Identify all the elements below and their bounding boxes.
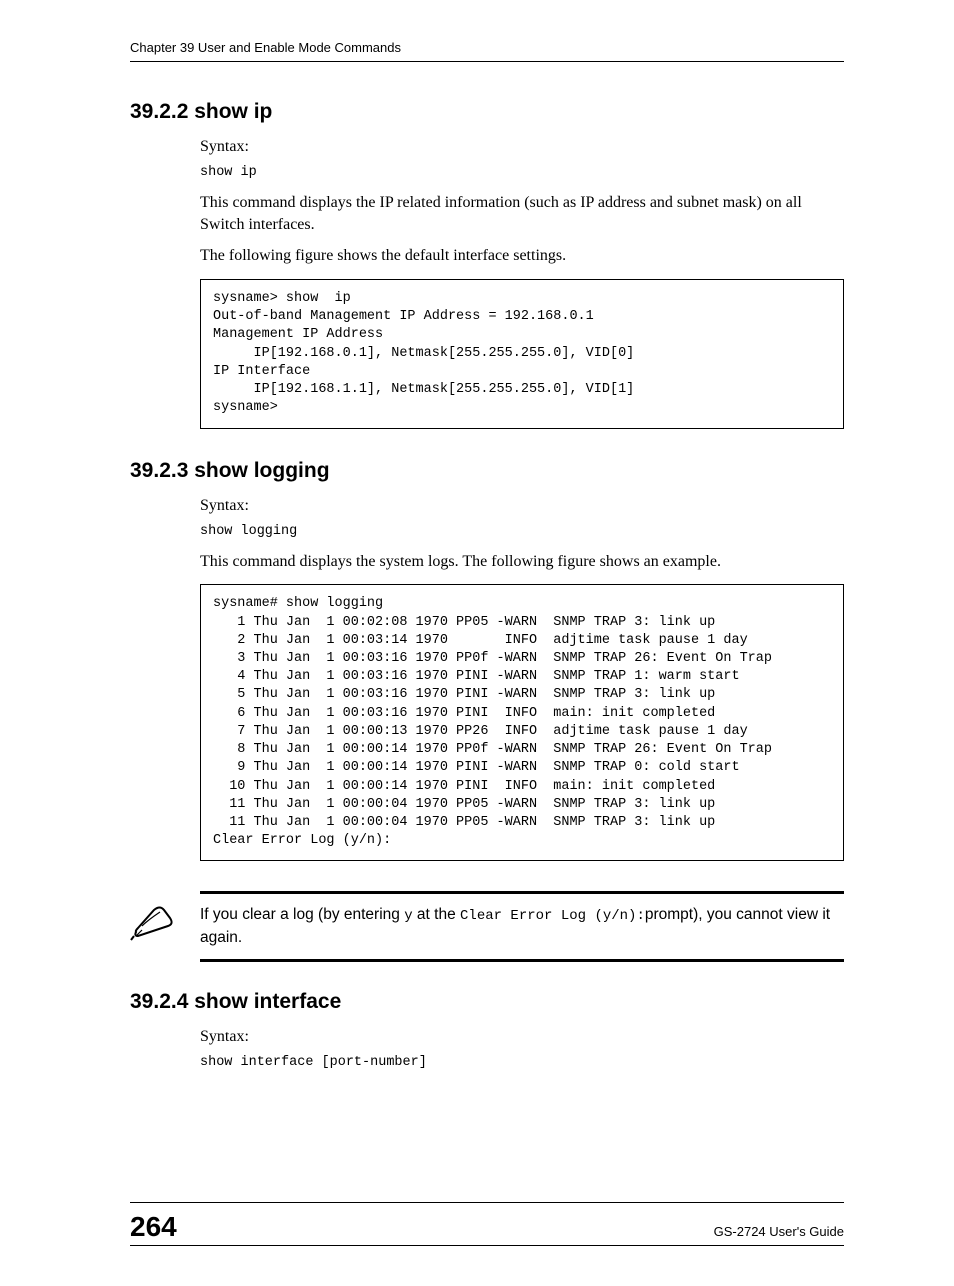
footer: 264 GS-2724 User's Guide (130, 1202, 844, 1243)
guide-name: GS-2724 User's Guide (714, 1224, 844, 1239)
code-block-show-ip: sysname> show ip Out-of-band Management … (200, 279, 844, 429)
section-title-show-logging: 39.2.3 show logging (130, 459, 844, 483)
syntax-label: Syntax: (200, 497, 844, 515)
syntax-command: show ip (200, 164, 844, 182)
syntax-label: Syntax: (200, 138, 844, 156)
note-block: If you clear a log (by entering y at the… (130, 891, 844, 961)
page-number: 264 (130, 1211, 177, 1243)
chapter-header: Chapter 39 User and Enable Mode Commands (130, 40, 844, 62)
syntax-command: show interface [port-number] (200, 1054, 844, 1072)
paragraph: The following figure shows the default i… (200, 245, 844, 267)
section-title-show-ip: 39.2.2 show ip (130, 100, 844, 124)
code-block-show-logging: sysname# show logging 1 Thu Jan 1 00:02:… (200, 584, 844, 861)
note-text: If you clear a log (by entering y at the… (200, 904, 844, 948)
code-content: sysname> show ip Out-of-band Management … (213, 290, 831, 418)
syntax-label: Syntax: (200, 1028, 844, 1046)
syntax-command: show logging (200, 523, 844, 541)
paragraph: This command displays the IP related inf… (200, 192, 844, 235)
paragraph: This command displays the system logs. T… (200, 551, 844, 573)
note-code: Clear Error Log (y/n): (460, 908, 645, 924)
note-icon (130, 902, 188, 947)
note-segment: at the (413, 906, 460, 923)
note-code: y (404, 908, 412, 924)
section-title-show-interface: 39.2.4 show interface (130, 990, 844, 1014)
code-content: sysname# show logging 1 Thu Jan 1 00:02:… (213, 595, 831, 850)
note-segment: If you clear a log (by entering (200, 906, 404, 923)
